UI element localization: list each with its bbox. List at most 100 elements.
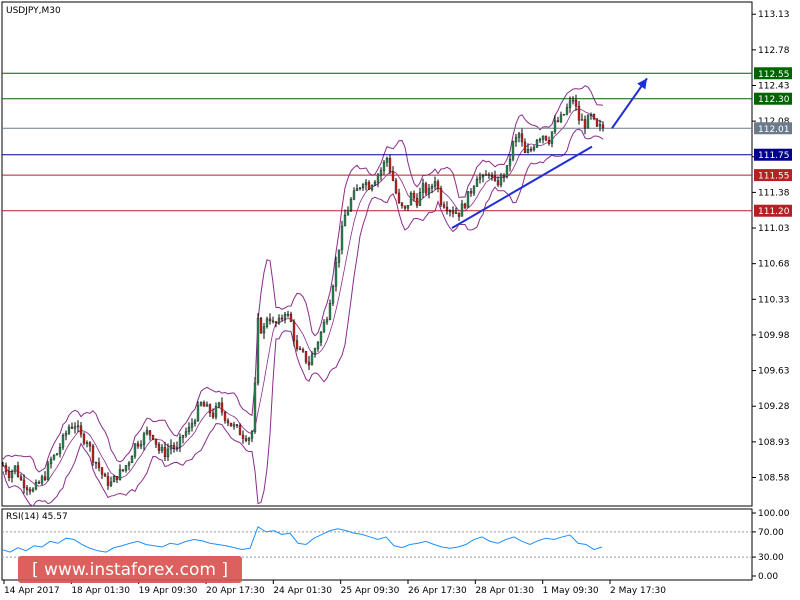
candle-body (247, 438, 251, 441)
candle-body (451, 210, 455, 214)
candle-body (460, 203, 464, 217)
candle-body (148, 430, 152, 436)
candle-body (118, 469, 122, 480)
candle-body (469, 191, 473, 194)
candle-body (64, 433, 68, 436)
candle-body (145, 430, 149, 434)
candle-body (85, 442, 89, 444)
candle-body (7, 471, 11, 478)
candle-body (436, 181, 440, 189)
candle-body (409, 193, 413, 206)
candle-body (304, 351, 308, 363)
candle-body (541, 135, 545, 140)
candle-body (322, 321, 326, 333)
candle-body (544, 135, 548, 141)
candle-body (583, 119, 587, 129)
candle-body (412, 193, 416, 199)
candle-body (208, 404, 212, 414)
candle-body (289, 313, 293, 322)
candle-body (103, 474, 107, 477)
candle-body (193, 420, 197, 424)
candle-body (592, 113, 596, 120)
candle-body (523, 141, 527, 153)
candle-body (535, 139, 539, 148)
candle-body (205, 404, 209, 407)
time-tick-label: 20 Apr 17:30 (206, 586, 265, 596)
price-tick-label: 108.93 (758, 438, 790, 448)
candle-body (556, 120, 560, 122)
candle-body (562, 114, 566, 116)
candle-body (370, 185, 374, 190)
level-tag-label: 111.20 (758, 207, 790, 217)
candle-body (580, 119, 584, 121)
candle-body (199, 402, 203, 406)
candle-body (133, 443, 137, 457)
candle-body (475, 179, 479, 187)
candle-body (241, 434, 245, 439)
time-tick-label: 19 Apr 09:30 (139, 586, 198, 596)
candle-body (481, 175, 485, 178)
candle-body (598, 124, 602, 127)
price-tick-label: 112.43 (758, 81, 790, 91)
candle-body (10, 471, 14, 478)
candle-body (430, 185, 434, 189)
candle-body (82, 434, 86, 444)
candle-body (310, 354, 314, 366)
price-axis: 113.13112.78112.43112.08111.73111.38111.… (752, 10, 790, 483)
candle-body (277, 317, 281, 324)
candle-body (49, 458, 53, 465)
candle-body (22, 479, 26, 488)
candle-body (295, 340, 299, 349)
candle-body (211, 412, 215, 418)
level-tag-label: 112.01 (758, 125, 790, 135)
candle-body (268, 318, 272, 322)
rsi-tick-label: 0.00 (758, 572, 778, 582)
candle-body (361, 184, 365, 189)
candle-body (37, 482, 41, 484)
candle-body (493, 175, 497, 181)
price-tick-label: 109.63 (758, 367, 790, 377)
candle-body (115, 476, 119, 480)
candle-body (55, 453, 59, 456)
candle-body (349, 199, 353, 211)
candle-body (478, 176, 482, 180)
candle-body (280, 317, 284, 320)
candle-body (238, 425, 242, 436)
candle-body (91, 445, 95, 463)
candle-body (343, 214, 347, 227)
candle-body (172, 445, 176, 449)
candle-body (388, 157, 392, 172)
candle-body (334, 262, 338, 287)
rsi-tick-label: 70.00 (758, 528, 784, 538)
rsi-tick-label: 30.00 (758, 553, 784, 563)
candle-body (13, 465, 17, 472)
candle-body (178, 437, 182, 448)
candle-body (502, 174, 506, 177)
candle-body (376, 174, 380, 183)
candle-body (589, 113, 593, 116)
candle-body (394, 180, 398, 194)
candle-body (163, 447, 167, 458)
candle-body (439, 188, 443, 205)
level-tag-label: 111.75 (758, 151, 790, 161)
candle-body (379, 170, 383, 176)
candle-body (202, 402, 206, 407)
candle-body (457, 212, 461, 217)
price-tick-label: 111.03 (758, 224, 790, 234)
candle-body (262, 326, 266, 334)
level-tag-label: 112.30 (758, 95, 790, 105)
level-tag-label: 112.55 (758, 70, 790, 80)
candle-body (499, 174, 503, 186)
candle-body (235, 424, 239, 426)
chart-canvas: USDJPY,M30 113.13112.78112.43112.08111.7… (1, 1, 792, 596)
candle-body (577, 106, 581, 121)
candle-body (559, 114, 563, 122)
candle-body (274, 321, 278, 324)
candle-body (325, 319, 329, 323)
candle-body (553, 120, 557, 132)
candle-body (169, 445, 173, 450)
rsi-tick-label: 100.00 (758, 509, 790, 519)
candle-body (61, 435, 65, 448)
candle-body (520, 133, 524, 143)
candle-body (271, 320, 275, 323)
